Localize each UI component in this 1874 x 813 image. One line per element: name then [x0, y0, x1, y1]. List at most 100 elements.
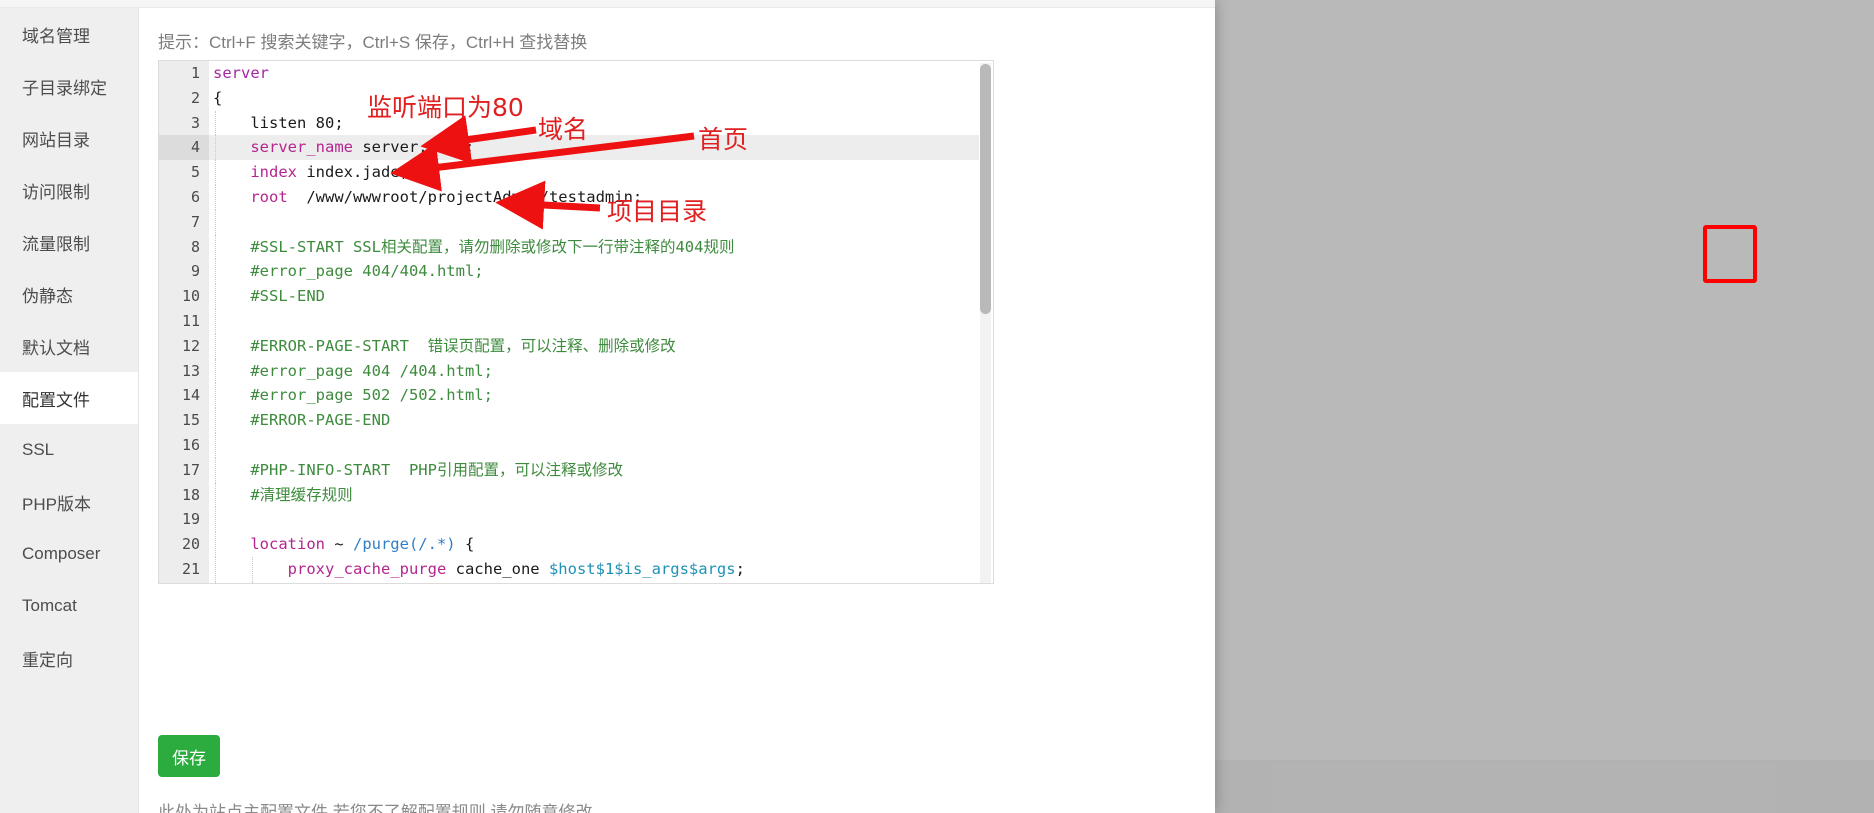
sidebar-item-6[interactable]: 伪静态	[0, 268, 138, 320]
sidebar-item-7[interactable]: 默认文档	[0, 320, 138, 372]
indent-guide	[215, 284, 216, 309]
code-token: {	[213, 88, 223, 107]
code-line[interactable]	[209, 432, 979, 458]
code-token: index.jade;	[297, 163, 409, 182]
code-line[interactable]: #SSL-END	[209, 284, 979, 309]
code-line[interactable]: location ~ /purge(/.*) {	[209, 532, 979, 557]
sidebar-item-label: Tomcat	[22, 596, 77, 615]
code-line[interactable]: #error_page 404/404.html;	[209, 259, 979, 285]
line-number: 20	[181, 535, 200, 554]
indent-guide	[215, 457, 216, 483]
line-number: 18	[181, 485, 200, 504]
code-token: #清理缓存规则	[213, 485, 353, 504]
code-line[interactable]: server	[209, 61, 979, 86]
sidebar-item-5[interactable]: 流量限制	[0, 216, 138, 268]
sidebar-item-8[interactable]: 配置文件	[0, 372, 138, 424]
code-line[interactable]: #error_page 502 /502.html;	[209, 383, 979, 409]
config-footer-note: 此处为站点主配置文件,若您不了解配置规则,请勿随意修改.	[158, 803, 598, 813]
indent-guide	[252, 581, 253, 583]
code-line[interactable]	[209, 308, 979, 334]
indent-guide	[215, 482, 216, 508]
save-button[interactable]: 保存	[158, 735, 220, 777]
code-line[interactable]: {	[209, 86, 979, 111]
editor-code-area[interactable]: server { listen 80; server_name server.te…	[209, 61, 979, 583]
code-token: #SSL-START SSL相关配置，请勿删除或修改下一行带注释的404规则	[213, 237, 735, 256]
line-number: 19	[181, 510, 200, 529]
line-number: 14	[181, 386, 200, 405]
code-line[interactable]: #清理缓存规则	[209, 482, 979, 508]
indent-guide	[215, 507, 216, 533]
indent-guide	[215, 432, 216, 458]
sidebar-item-label: 默认文档	[22, 338, 90, 358]
line-number: 4	[159, 135, 209, 161]
sidebar-item-label: Composer	[22, 544, 101, 563]
code-token: server_name	[250, 138, 353, 157]
indent-guide	[215, 581, 216, 583]
code-line[interactable]: #access_log /www/wwwlogs/project.yejinxi…	[209, 581, 979, 583]
sidebar-item-label: 子目录绑定	[22, 78, 107, 98]
code-line[interactable]: #PHP-INFO-START PHP引用配置，可以注释或修改	[209, 457, 979, 483]
line-number: 13	[181, 361, 200, 380]
sidebar-item-label: SSL	[22, 440, 55, 459]
sidebar-item-10[interactable]: PHP版本	[0, 476, 138, 528]
line-number: 16	[181, 435, 200, 454]
sidebar-item-13[interactable]: 重定向	[0, 632, 138, 684]
sidebar-item-label: 重定向	[22, 650, 73, 670]
code-token: #error_page 404/404.html;	[213, 262, 484, 281]
editor-scrollbar-thumb[interactable]	[980, 64, 991, 314]
line-number: 17	[181, 460, 200, 479]
indent-guide	[215, 110, 216, 136]
sidebar-item-9[interactable]: SSL	[0, 424, 138, 476]
code-line[interactable]: listen 80;	[209, 110, 979, 136]
code-line[interactable]: #error_page 404 /404.html;	[209, 358, 979, 384]
indent-guide	[215, 160, 216, 185]
code-token: location	[250, 535, 325, 554]
sidebar-item-2[interactable]: 子目录绑定	[0, 60, 138, 112]
code-line[interactable]: server_name server.test;	[209, 135, 979, 161]
indent-guide	[215, 135, 216, 161]
line-number: 5	[190, 163, 200, 182]
code-token: root	[250, 187, 288, 206]
site-settings-modal: 域名管理子目录绑定网站目录 访问限制流量限制伪静态默认文档配置文件 SSL PHP版本…	[0, 0, 1215, 813]
code-token: index	[250, 163, 297, 182]
code-token: #SSL-END	[213, 287, 325, 306]
sidebar-item-label: 流量限制	[22, 234, 90, 254]
code-line[interactable]: #SSL-START SSL相关配置，请勿删除或修改下一行带注释的404规则	[209, 234, 979, 260]
code-token: #ERROR-PAGE-START 错误页配置，可以注释、删除或修改	[213, 336, 676, 355]
sidebar-item-label: 配置文件	[22, 390, 90, 410]
modal-sidebar: 域名管理子目录绑定网站目录 访问限制流量限制伪静态默认文档配置文件 SSL PHP版本…	[0, 8, 139, 813]
code-line[interactable]: index index.jade;	[209, 160, 979, 185]
line-number: 8	[190, 237, 200, 256]
code-token: listen 80;	[213, 113, 344, 132]
code-line[interactable]	[209, 507, 979, 533]
sidebar-item-3[interactable]: 网站目录	[0, 112, 138, 164]
indent-guide	[215, 234, 216, 260]
line-number: 3	[190, 113, 200, 132]
code-line[interactable]: #ERROR-PAGE-END	[209, 408, 979, 433]
editor-hint: 提示：Ctrl+F 搜索关键字，Ctrl+S 保存，Ctrl+H 查找替换	[158, 33, 588, 52]
indent-guide	[215, 556, 216, 582]
sidebar-item-12[interactable]: Tomcat	[0, 580, 138, 632]
indent-guide	[215, 209, 216, 235]
code-token: #error_page 404 /404.html;	[213, 361, 493, 380]
line-number: 6	[190, 187, 200, 206]
line-number: 11	[181, 311, 200, 330]
code-line[interactable]: proxy_cache_purge cache_one $host$1$is_a…	[209, 556, 979, 582]
sidebar-item-11[interactable]: Composer	[0, 528, 138, 580]
line-number: 9	[190, 262, 200, 281]
line-number: 1	[190, 64, 200, 82]
code-token: {	[455, 535, 475, 554]
code-line[interactable]	[209, 209, 979, 235]
code-line[interactable]: #ERROR-PAGE-START 错误页配置，可以注释、删除或修改	[209, 333, 979, 359]
code-token: #error_page 502 /502.html;	[213, 386, 493, 405]
line-number: 12	[181, 336, 200, 355]
code-token: ~	[324, 535, 353, 554]
indent-guide	[215, 408, 216, 433]
code-token: server	[213, 64, 269, 82]
code-line[interactable]: root /www/wwwroot/projectAdmin/testadmin…	[209, 184, 979, 210]
sidebar-item-1[interactable]: 域名管理	[0, 8, 138, 60]
sidebar-item-4[interactable]: 访问限制	[0, 164, 138, 216]
